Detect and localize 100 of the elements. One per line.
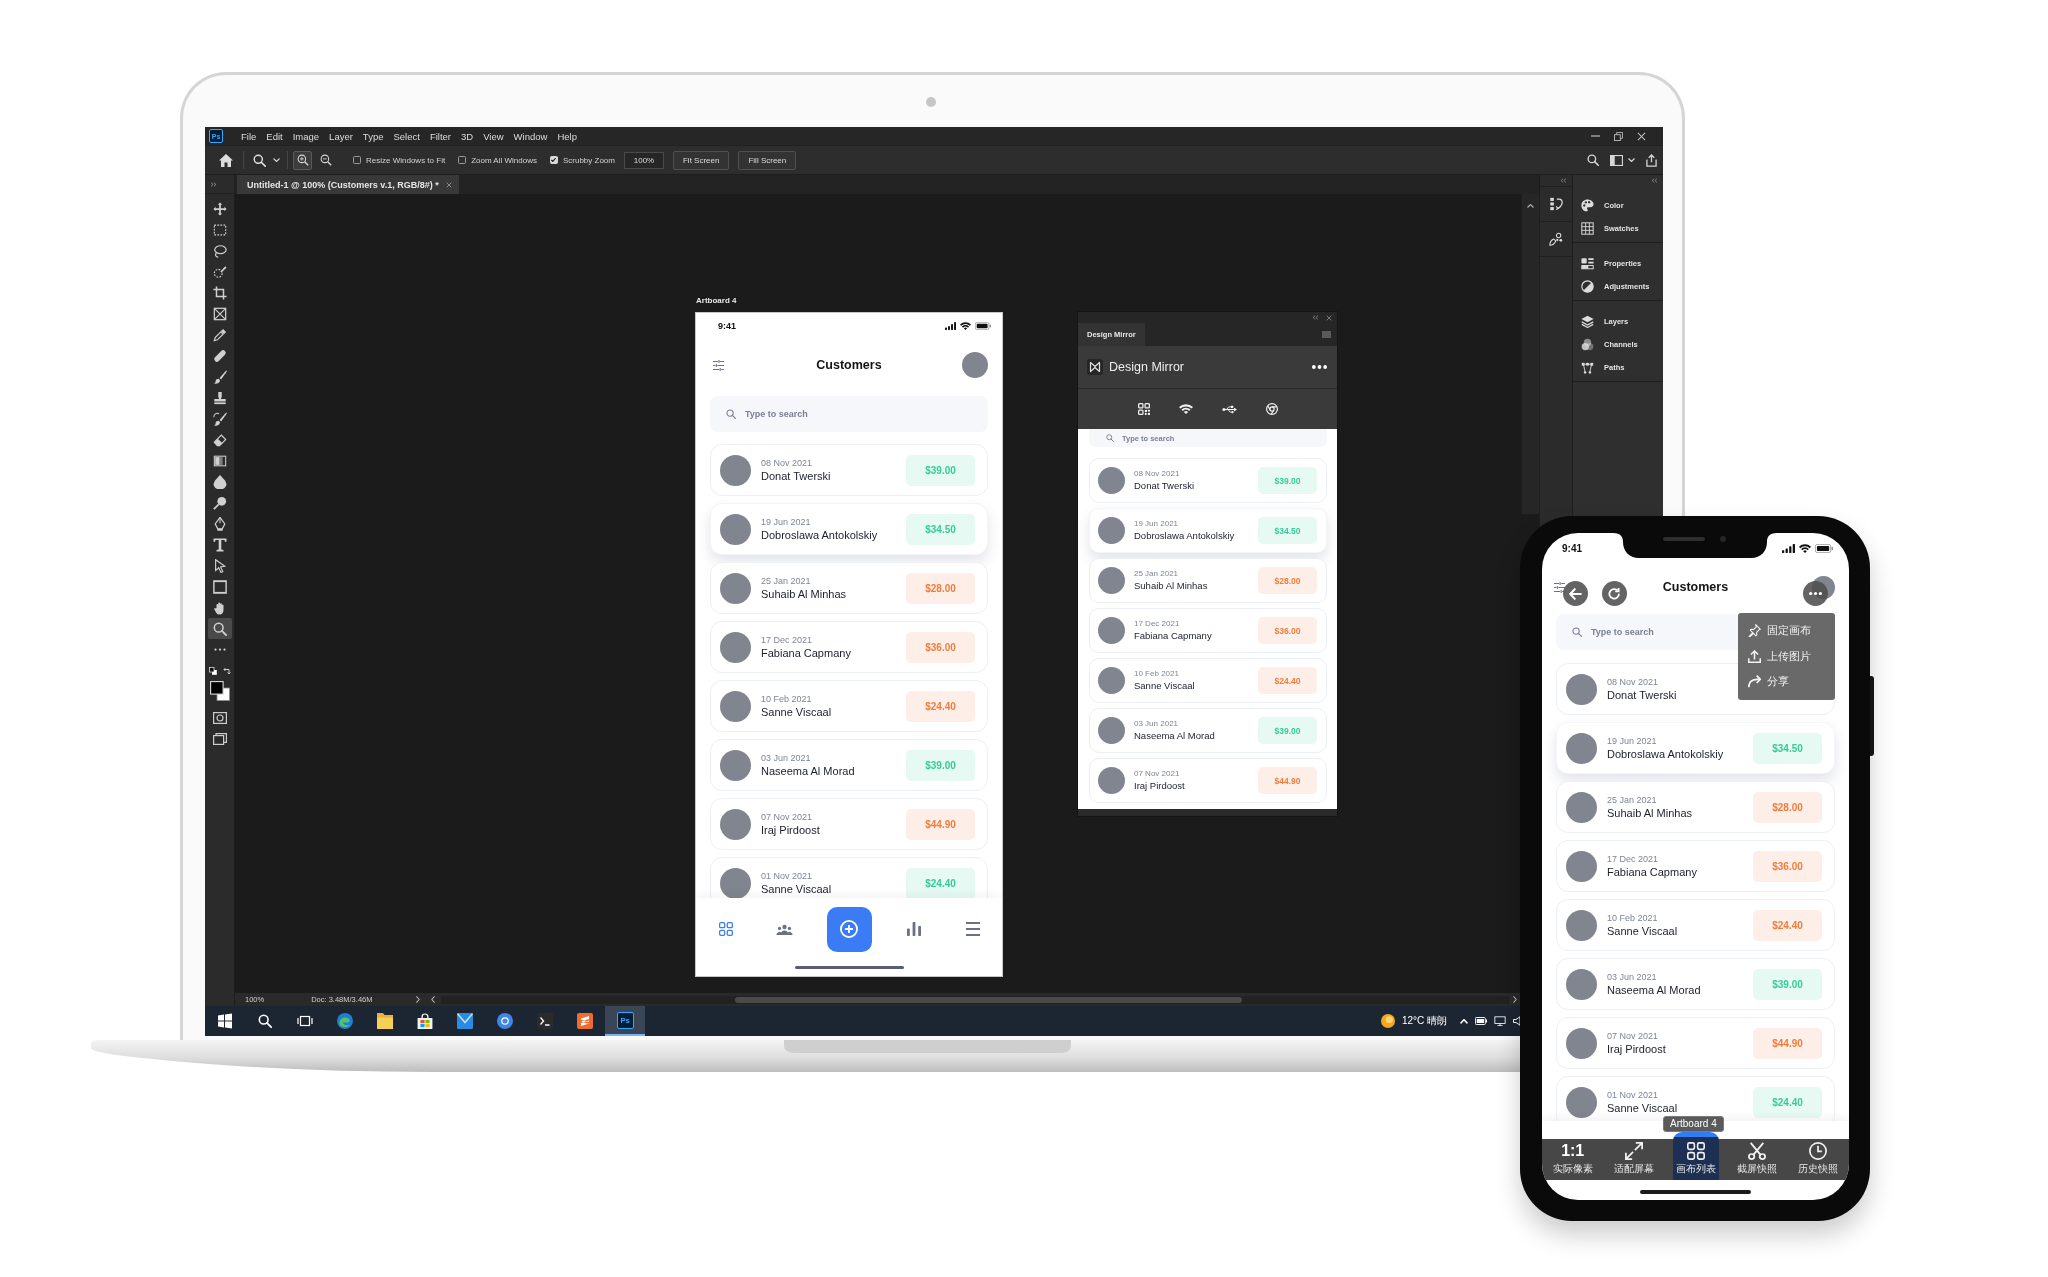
history-icon[interactable] — [1549, 197, 1563, 211]
menu-item[interactable]: 3D — [461, 130, 474, 142]
menu-item[interactable]: 分享 — [1738, 669, 1835, 695]
collapse-icon[interactable] — [1312, 315, 1319, 320]
menu-item[interactable]: File — [241, 130, 257, 142]
zoom-icon[interactable] — [253, 153, 266, 167]
customer-card[interactable]: 10 Feb 2021 Sanne Viscaal $24.40 — [1089, 658, 1327, 703]
network-icon[interactable] — [1494, 1016, 1506, 1026]
stamp-icon — [212, 390, 227, 405]
customer-card[interactable]: 17 Dec 2021 Fabiana Capmany $36.00 — [1089, 608, 1327, 653]
customer-card[interactable]: 10 Feb 2021 Sanne Viscaal $24.40 — [1556, 899, 1835, 951]
customer-card[interactable]: 01 Nov 2021 Sanne Viscaal $24.40 — [710, 857, 988, 898]
more-icon[interactable] — [1312, 365, 1327, 369]
default-colors-icon[interactable] — [208, 667, 217, 675]
date-text: 10 Feb 2021 — [761, 692, 812, 705]
customer-card[interactable]: 10 Feb 2021 Sanne Viscaal $24.40 — [710, 680, 988, 732]
add-button[interactable] — [826, 906, 872, 952]
menu-item[interactable]: View — [483, 130, 504, 142]
scrollbar-thumb[interactable] — [735, 996, 1243, 1003]
customer-card[interactable]: 25 Jan 2021 Suhaib Al Minhas $28.00 — [1556, 781, 1835, 833]
close-icon[interactable] — [1637, 131, 1646, 141]
document-tab[interactable]: Untitled-1 @ 100% (Customers v.1, RGB/8#) * — [237, 175, 459, 194]
customer-name: Fabiana Capmany — [761, 645, 851, 661]
customer-card[interactable]: 03 Jun 2021 Naseema Al Morad $39.00 — [710, 739, 988, 791]
filter-icon[interactable] — [1554, 581, 1565, 593]
terminal-icon — [537, 1013, 553, 1029]
customer-card[interactable]: 08 Nov 2021 Donat Twerski $39.00 — [710, 444, 988, 496]
zoom-tool[interactable] — [207, 618, 232, 639]
avatar-placeholder — [720, 749, 751, 781]
caret-icon[interactable] — [1628, 158, 1635, 162]
quick-mask-icon[interactable] — [212, 712, 227, 724]
customer-card[interactable]: 07 Nov 2021 Iraj Pirdoost $44.90 — [710, 798, 988, 850]
search-icon[interactable] — [1587, 154, 1599, 166]
collapse-icon[interactable] — [1560, 178, 1567, 183]
refresh-button[interactable] — [1602, 581, 1627, 606]
toolbar-button[interactable]: 画布列表 — [1672, 1132, 1719, 1180]
brush-settings-icon[interactable] — [1549, 232, 1563, 246]
close-icon[interactable] — [1326, 314, 1332, 321]
menu-item[interactable]: Window — [513, 130, 548, 142]
checkbox[interactable] — [458, 156, 467, 164]
search-field[interactable]: Type to search — [710, 396, 988, 432]
toolbar-button[interactable]: 截屏快照 — [1733, 1132, 1780, 1180]
more-icon — [213, 648, 226, 651]
expand-icon[interactable] — [210, 181, 217, 187]
more-button[interactable] — [1803, 581, 1828, 606]
battery-icon[interactable] — [1475, 1017, 1487, 1025]
menu-item[interactable]: Select — [393, 130, 420, 142]
customer-card[interactable]: 03 Jun 2021 Naseema Al Morad $39.00 — [1089, 708, 1327, 753]
menu-item[interactable]: Filter — [429, 130, 451, 142]
toolbar-button[interactable]: 适配屏幕 — [1611, 1132, 1658, 1180]
back-button[interactable] — [1563, 581, 1588, 606]
chevron-right-icon[interactable] — [1513, 996, 1517, 1003]
customer-card[interactable]: 17 Dec 2021 Fabiana Capmany $36.00 — [710, 621, 988, 673]
customer-card[interactable]: 07 Nov 2021 Iraj Pirdoost $44.90 — [1089, 758, 1327, 803]
date-text: 25 Jan 2021 — [1607, 793, 1657, 806]
caret-icon[interactable] — [273, 158, 280, 162]
toolbar-button[interactable]: Fill Screen — [738, 150, 797, 170]
customer-card[interactable]: 25 Jan 2021 Suhaib Al Minhas $28.00 — [1089, 558, 1327, 603]
chevron-right-icon[interactable] — [416, 996, 421, 1003]
scroll-up-icon[interactable] — [1527, 204, 1534, 208]
customer-card[interactable]: 07 Nov 2021 Iraj Pirdoost $44.90 — [1556, 1017, 1835, 1069]
checkbox[interactable] — [353, 156, 361, 164]
swap-colors-icon[interactable] — [222, 667, 231, 675]
customer-card[interactable]: 19 Jun 2021 Dobroslawa Antokolskiy $34.50 — [1556, 722, 1835, 774]
customer-card[interactable]: 03 Jun 2021 Naseema Al Morad $39.00 — [1556, 958, 1835, 1010]
toolbar-button[interactable]: 1:1 实际像素 — [1549, 1132, 1596, 1180]
wifi-icon[interactable] — [1178, 404, 1193, 414]
checkmark-icon — [551, 158, 557, 162]
customer-card[interactable]: 19 Jun 2021 Dobroslawa Antokolskiy $34.50 — [710, 503, 988, 555]
volume-icon[interactable] — [1513, 1016, 1521, 1026]
home-icon[interactable] — [219, 153, 233, 167]
screen-mode-icon[interactable] — [212, 733, 227, 745]
menu-item[interactable]: Image — [292, 130, 320, 142]
zoom-in-button[interactable] — [293, 150, 312, 170]
menu-item[interactable]: Help — [557, 130, 577, 142]
amount-badge: $39.00 — [1753, 968, 1822, 1000]
zoom-percent-field[interactable]: 100% — [623, 151, 664, 169]
filter-icon[interactable] — [713, 359, 724, 371]
workspace-icon[interactable] — [1610, 154, 1623, 166]
close-icon[interactable] — [445, 181, 452, 188]
customer-card[interactable]: 19 Jun 2021 Dobroslawa Antokolskiy $34.50 — [1089, 508, 1327, 553]
customer-card[interactable]: 25 Jan 2021 Suhaib Al Minhas $28.00 — [710, 562, 988, 614]
customer-card[interactable]: 17 Dec 2021 Fabiana Capmany $36.00 — [1556, 840, 1835, 892]
restore-icon[interactable] — [1614, 131, 1623, 141]
color-swatches-icon[interactable] — [209, 681, 230, 701]
toolbar-button[interactable]: Fit Screen — [672, 150, 730, 170]
aperture-icon[interactable] — [1265, 403, 1278, 415]
share-icon[interactable] — [1646, 153, 1657, 167]
menu-item[interactable]: 固定画布 — [1738, 618, 1835, 644]
chevron-left-icon[interactable] — [431, 996, 436, 1003]
half-circle-icon — [1581, 280, 1594, 293]
menu-item[interactable]: Edit — [266, 130, 283, 142]
customer-card[interactable]: 08 Nov 2021 Donat Twerski $39.00 — [1089, 458, 1327, 503]
toolbar-button[interactable]: 历史快照 — [1795, 1132, 1842, 1180]
qr-code-icon[interactable] — [1137, 403, 1150, 415]
collapse-icon[interactable] — [1651, 178, 1658, 183]
menu-item[interactable]: Layer — [329, 130, 353, 142]
chevron-up-icon[interactable] — [1460, 1018, 1468, 1024]
usb-icon[interactable] — [1221, 404, 1237, 414]
menu-item[interactable]: Type — [362, 130, 384, 142]
